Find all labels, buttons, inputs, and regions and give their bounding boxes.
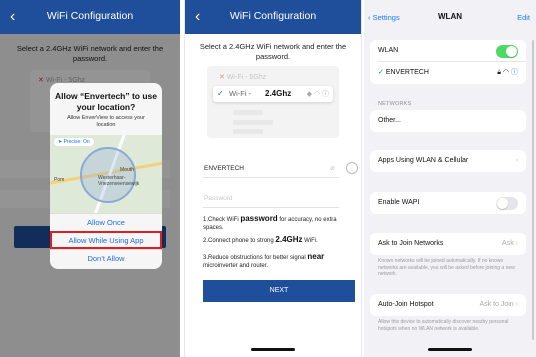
apps-using-wlan-row[interactable]: Apps Using WLAN & Cellular › [370, 150, 526, 172]
network-list: ✕ Wi-Fi - 5Ghz ✓ Wi-Fi - 2.4Ghz ◆ ◠ ⓘ [207, 66, 339, 138]
wifi-config-screen: ‹ WiFi Configuration Select a 2.4GHz WiF… [184, 0, 362, 357]
location-map: ➤ Precise: On Mouth Westerhaar-Vriezenve… [50, 135, 162, 213]
lock-wifi-info-icon[interactable]: 🔒︎ ◠ ⓘ [497, 62, 518, 84]
password-field[interactable]: Password [203, 190, 339, 208]
lock-wifi-info-icon[interactable]: ◆ ◠ ⓘ [307, 89, 329, 99]
dialog-title: Allow “Envertech” to use your location? [54, 91, 158, 112]
ios-wlan-settings-screen: ‹ Settings WLAN Edit WLAN ✓ ENVERTECH 🔒︎… [364, 0, 536, 357]
network-item-5ghz[interactable]: ✕ Wi-Fi - 5Ghz [219, 73, 266, 81]
ask-to-join-row[interactable]: Ask to Join Networks Ask › [370, 233, 526, 255]
wapi-group: Enable WAPI [370, 192, 526, 214]
chevron-right-icon: › [515, 157, 518, 164]
other-network-row[interactable]: Other... [370, 110, 526, 132]
home-indicator [428, 348, 472, 351]
home-indicator [251, 348, 295, 351]
tip-3: 3.Reduce obstructions for better signal … [203, 252, 325, 270]
clear-icon[interactable]: ⊘ [330, 160, 335, 178]
ask-footer: Known networks will be joined automatica… [378, 258, 515, 277]
next-button[interactable]: NEXT [203, 280, 355, 302]
placeholder-row [233, 110, 263, 115]
networks-header: NETWORKS [378, 101, 412, 107]
page-title: WiFi Configuration [46, 10, 134, 22]
network-prefix: Wi-Fi - [229, 89, 252, 98]
map-label: Mouth [120, 167, 134, 173]
location-permission-dialog: Allow “Envertech” to use your location? … [50, 83, 162, 269]
ask-group: Ask to Join Networks Ask › [370, 233, 526, 255]
tip-2: 2.Connect phone to strong 2.4GHz WiFi. [203, 235, 318, 245]
dialog-subtitle: Allow EnverView to access your location [67, 115, 145, 128]
placeholder-row [233, 120, 273, 125]
enable-wapi-row: Enable WAPI [370, 192, 526, 214]
wlan-toggle[interactable] [496, 45, 518, 58]
header-bar: ‹ WiFi Configuration [0, 0, 180, 34]
wlan-group: WLAN ✓ ENVERTECH 🔒︎ ◠ ⓘ [370, 40, 526, 84]
network-item-selected[interactable]: ✓ Wi-Fi - 2.4Ghz ◆ ◠ ⓘ [213, 86, 333, 102]
wlan-toggle-row: WLAN [370, 40, 526, 62]
instruction-text: Select a 2.4GHz WiFi network and enter t… [199, 42, 347, 61]
auto-join-hotspot-row[interactable]: Auto-Join Hotspot Ask to Join › [370, 294, 526, 316]
ssid-field[interactable]: ENVERTECH ⊘ [203, 160, 339, 178]
checkmark-icon: ✓ [217, 89, 224, 98]
header-bar: ‹ WiFi Configuration [185, 0, 361, 34]
close-icon: ✕ [219, 74, 225, 81]
page-title: WLAN [438, 12, 462, 21]
dont-allow-button[interactable]: Don’t Allow [50, 249, 162, 267]
precise-toggle[interactable]: ➤ Precise: On [54, 138, 94, 146]
allow-while-using-button[interactable]: Allow While Using App [50, 231, 162, 249]
connected-network-row[interactable]: ✓ ENVERTECH 🔒︎ ◠ ⓘ [370, 62, 526, 84]
tip-1: 1.Check WiFi password for accuracy, no e… [203, 214, 337, 232]
network-band: 2.4Ghz [265, 89, 292, 98]
chevron-right-icon: › [515, 301, 518, 308]
page-title: WiFi Configuration [229, 10, 317, 22]
allow-once-button[interactable]: Allow Once [50, 213, 162, 231]
wapi-toggle[interactable] [496, 197, 518, 210]
chevron-right-icon: › [515, 240, 518, 247]
placeholder-row [233, 129, 263, 134]
scrollbar[interactable] [532, 40, 534, 340]
apps-group: Apps Using WLAN & Cellular › [370, 150, 526, 172]
hotspot-group: Auto-Join Hotspot Ask to Join › [370, 294, 526, 316]
checkmark-icon: ✓ [378, 69, 384, 76]
edit-button[interactable]: Edit [517, 13, 530, 22]
location-permission-screen: ‹ WiFi Configuration Select a 2.4GHz WiF… [0, 0, 180, 357]
map-label: Westerhaar-Vriezenveensewijk [98, 175, 140, 187]
map-label: Pom [54, 177, 65, 183]
hotspot-footer: Allow this device to automatically disco… [378, 319, 509, 332]
refresh-icon[interactable] [346, 162, 358, 174]
nav-bar: ‹ Settings WLAN Edit [364, 0, 536, 34]
networks-group: Other... [370, 110, 526, 132]
